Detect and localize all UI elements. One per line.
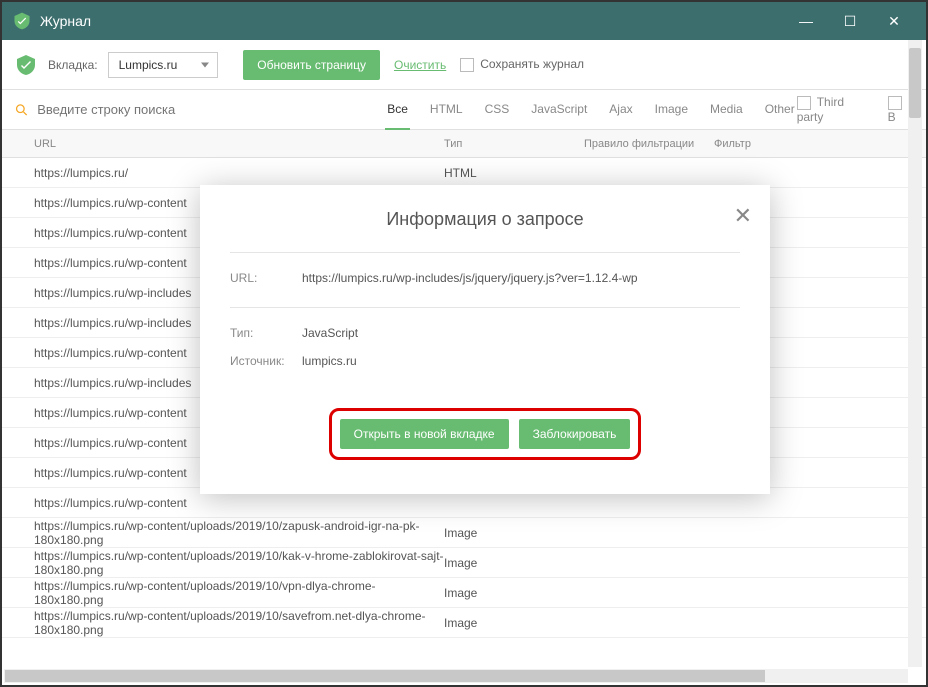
refresh-button[interactable]: Обновить страницу: [243, 50, 380, 80]
table-row[interactable]: https://lumpics.ru/HTML: [2, 158, 926, 188]
search-input[interactable]: [37, 102, 367, 117]
cell-type: Image: [444, 556, 584, 570]
cell-url: https://lumpics.ru/: [14, 166, 444, 180]
save-log-toggle[interactable]: Сохранять журнал: [460, 57, 584, 72]
url-value: https://lumpics.ru/wp-includes/js/jquery…: [302, 271, 740, 285]
cell-type: Image: [444, 616, 584, 630]
table-header: URL Тип Правило фильтрации Фильтр: [2, 130, 926, 158]
divider: [230, 307, 740, 308]
source-value: lumpics.ru: [302, 354, 740, 368]
window-title: Журнал: [40, 13, 784, 29]
modal-buttons-highlight: Открыть в новой вкладке Заблокировать: [329, 408, 642, 460]
cell-url: https://lumpics.ru/wp-content/uploads/20…: [14, 579, 444, 607]
col-rule: Правило фильтрации: [584, 138, 714, 150]
horizontal-scrollbar[interactable]: [4, 669, 908, 683]
cell-type: Image: [444, 586, 584, 600]
checkbox-icon: [797, 96, 811, 110]
shield-icon: [14, 53, 38, 77]
filter-tab-ajax[interactable]: Ajax: [607, 90, 634, 130]
shield-icon: [12, 11, 32, 31]
table-row[interactable]: https://lumpics.ru/wp-content/uploads/20…: [2, 578, 926, 608]
cell-type: HTML: [444, 166, 584, 180]
filter-tabs: Все HTML CSS JavaScript Ajax Image Media…: [385, 90, 796, 130]
col-url: URL: [14, 138, 444, 150]
table-row[interactable]: https://lumpics.ru/wp-content/uploads/20…: [2, 548, 926, 578]
type-label: Тип:: [230, 326, 302, 340]
close-icon[interactable]: ✕: [734, 203, 752, 229]
filter-tab-html[interactable]: HTML: [428, 90, 465, 130]
tab-label: Вкладка:: [48, 58, 98, 72]
cell-url: https://lumpics.ru/wp-content: [14, 496, 444, 510]
filter-tab-media[interactable]: Media: [708, 90, 745, 130]
filterbar: Все HTML CSS JavaScript Ajax Image Media…: [2, 90, 926, 130]
close-button[interactable]: ✕: [872, 2, 916, 40]
open-new-tab-button[interactable]: Открыть в новой вкладке: [340, 419, 509, 449]
filter-tab-all[interactable]: Все: [385, 90, 410, 130]
type-value: JavaScript: [302, 326, 740, 340]
scrollbar-thumb[interactable]: [909, 48, 921, 118]
tab-dropdown[interactable]: Lumpics.ru: [108, 52, 218, 78]
modal-type-row: Тип: JavaScript: [230, 326, 740, 340]
search-icon: [14, 102, 29, 118]
cell-url: https://lumpics.ru/wp-content/uploads/20…: [14, 519, 444, 547]
titlebar: Журнал — ☐ ✕: [2, 2, 926, 40]
toolbar: Вкладка: Lumpics.ru Обновить страницу Оч…: [2, 40, 926, 90]
clear-link[interactable]: Очистить: [394, 58, 446, 72]
third-party-toggle[interactable]: Third party: [797, 95, 870, 124]
col-filter: Фильтр: [714, 138, 914, 150]
source-label: Источник:: [230, 354, 302, 368]
checkbox-icon: [460, 58, 474, 72]
minimize-button[interactable]: —: [784, 2, 828, 40]
cell-type: Image: [444, 526, 584, 540]
table-row[interactable]: https://lumpics.ru/wp-content/uploads/20…: [2, 518, 926, 548]
cell-url: https://lumpics.ru/wp-content/uploads/20…: [14, 609, 444, 637]
table-row[interactable]: https://lumpics.ru/wp-content/uploads/20…: [2, 608, 926, 638]
maximize-button[interactable]: ☐: [828, 2, 872, 40]
divider: [230, 252, 740, 253]
request-info-modal: ✕ Информация о запросе URL: https://lump…: [200, 185, 770, 494]
filter-tab-css[interactable]: CSS: [483, 90, 512, 130]
scrollbar-thumb[interactable]: [5, 670, 765, 682]
url-label: URL:: [230, 271, 302, 285]
filter-tab-other[interactable]: Other: [763, 90, 797, 130]
checkbox-icon: [888, 96, 902, 110]
col-type: Тип: [444, 138, 584, 150]
modal-source-row: Источник: lumpics.ru: [230, 354, 740, 368]
block-button[interactable]: Заблокировать: [519, 419, 631, 449]
modal-url-row: URL: https://lumpics.ru/wp-includes/js/j…: [230, 271, 740, 285]
modal-title: Информация о запросе: [230, 209, 740, 230]
filter-tab-image[interactable]: Image: [653, 90, 690, 130]
cell-url: https://lumpics.ru/wp-content/uploads/20…: [14, 549, 444, 577]
filter-tab-js[interactable]: JavaScript: [529, 90, 589, 130]
vertical-scrollbar[interactable]: [908, 40, 922, 667]
